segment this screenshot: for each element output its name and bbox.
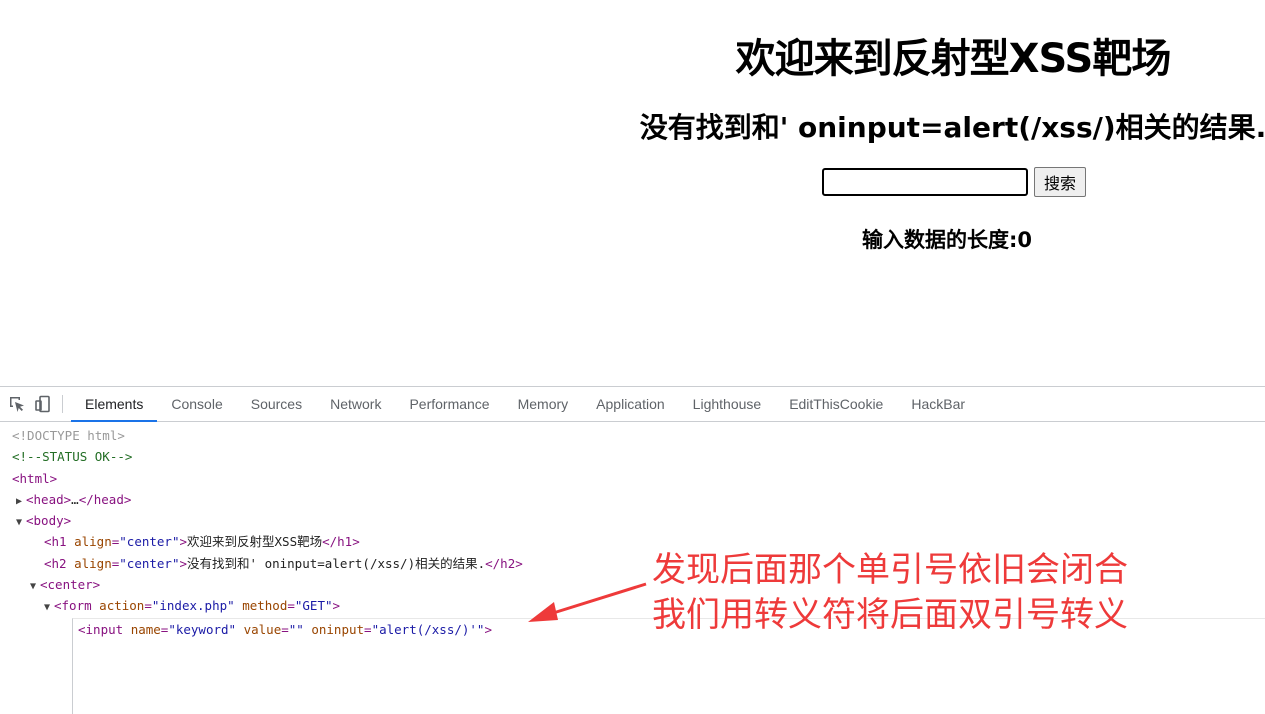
dom-line-comment[interactable]: <!--STATUS OK--> [0,446,1265,467]
tab-editthiscookie[interactable]: EditThisCookie [775,387,897,421]
devtools-toolbar: Elements Console Sources Network Performance… [0,387,1265,422]
collapse-triangle-icon[interactable]: ▼ [16,512,26,533]
tab-performance[interactable]: Performance [395,387,503,421]
tab-lighthouse[interactable]: Lighthouse [679,387,776,421]
annotation-text: 发现后面那个单引号依旧会闭合 我们用转义符将后面双引号转义 [652,548,1128,638]
tab-memory[interactable]: Memory [504,387,583,421]
tab-hackbar[interactable]: HackBar [897,387,979,421]
annotation-arrow-icon [528,582,647,622]
search-button[interactable]: 搜索 [1034,167,1087,197]
dom-line-doctype[interactable]: <!DOCTYPE html> [0,425,1265,446]
toolbar-divider [62,395,63,413]
dom-line-head[interactable]: ▶ <head>…</head> [0,489,1265,510]
tab-application[interactable]: Application [582,387,679,421]
input-length-label: 输入数据的长度:0 [862,228,1033,252]
dom-line-html[interactable]: <html> [0,468,1265,489]
devtools-tabs: Elements Console Sources Network Performance… [71,387,979,422]
search-result-heading: 没有找到和' oninput=alert(/xss/)相关的结果. [639,111,1265,144]
search-form: 搜索 [822,167,1087,197]
keyword-input[interactable] [822,168,1028,196]
annotation-line-1: 发现后面那个单引号依旧会闭合 [652,550,1128,590]
collapse-triangle-icon[interactable]: ▼ [44,597,54,618]
dom-line-body[interactable]: ▼ <body> [0,510,1265,531]
tab-console[interactable]: Console [157,387,236,421]
page-title: 欢迎来到反射型XSS靶场 [735,36,1172,82]
collapse-triangle-icon[interactable]: ▼ [30,576,40,597]
inspect-element-icon[interactable] [4,387,30,421]
annotation-line-2: 我们用转义符将后面双引号转义 [652,595,1128,635]
device-toolbar-icon[interactable] [30,387,56,421]
tab-elements[interactable]: Elements [71,387,158,422]
page-viewport: 欢迎来到反射型XSS靶场 没有找到和' oninput=alert(/xss/)… [0,0,1265,386]
tab-network[interactable]: Network [316,387,395,421]
tab-sources[interactable]: Sources [237,387,316,421]
expand-triangle-icon[interactable]: ▶ [16,491,26,512]
